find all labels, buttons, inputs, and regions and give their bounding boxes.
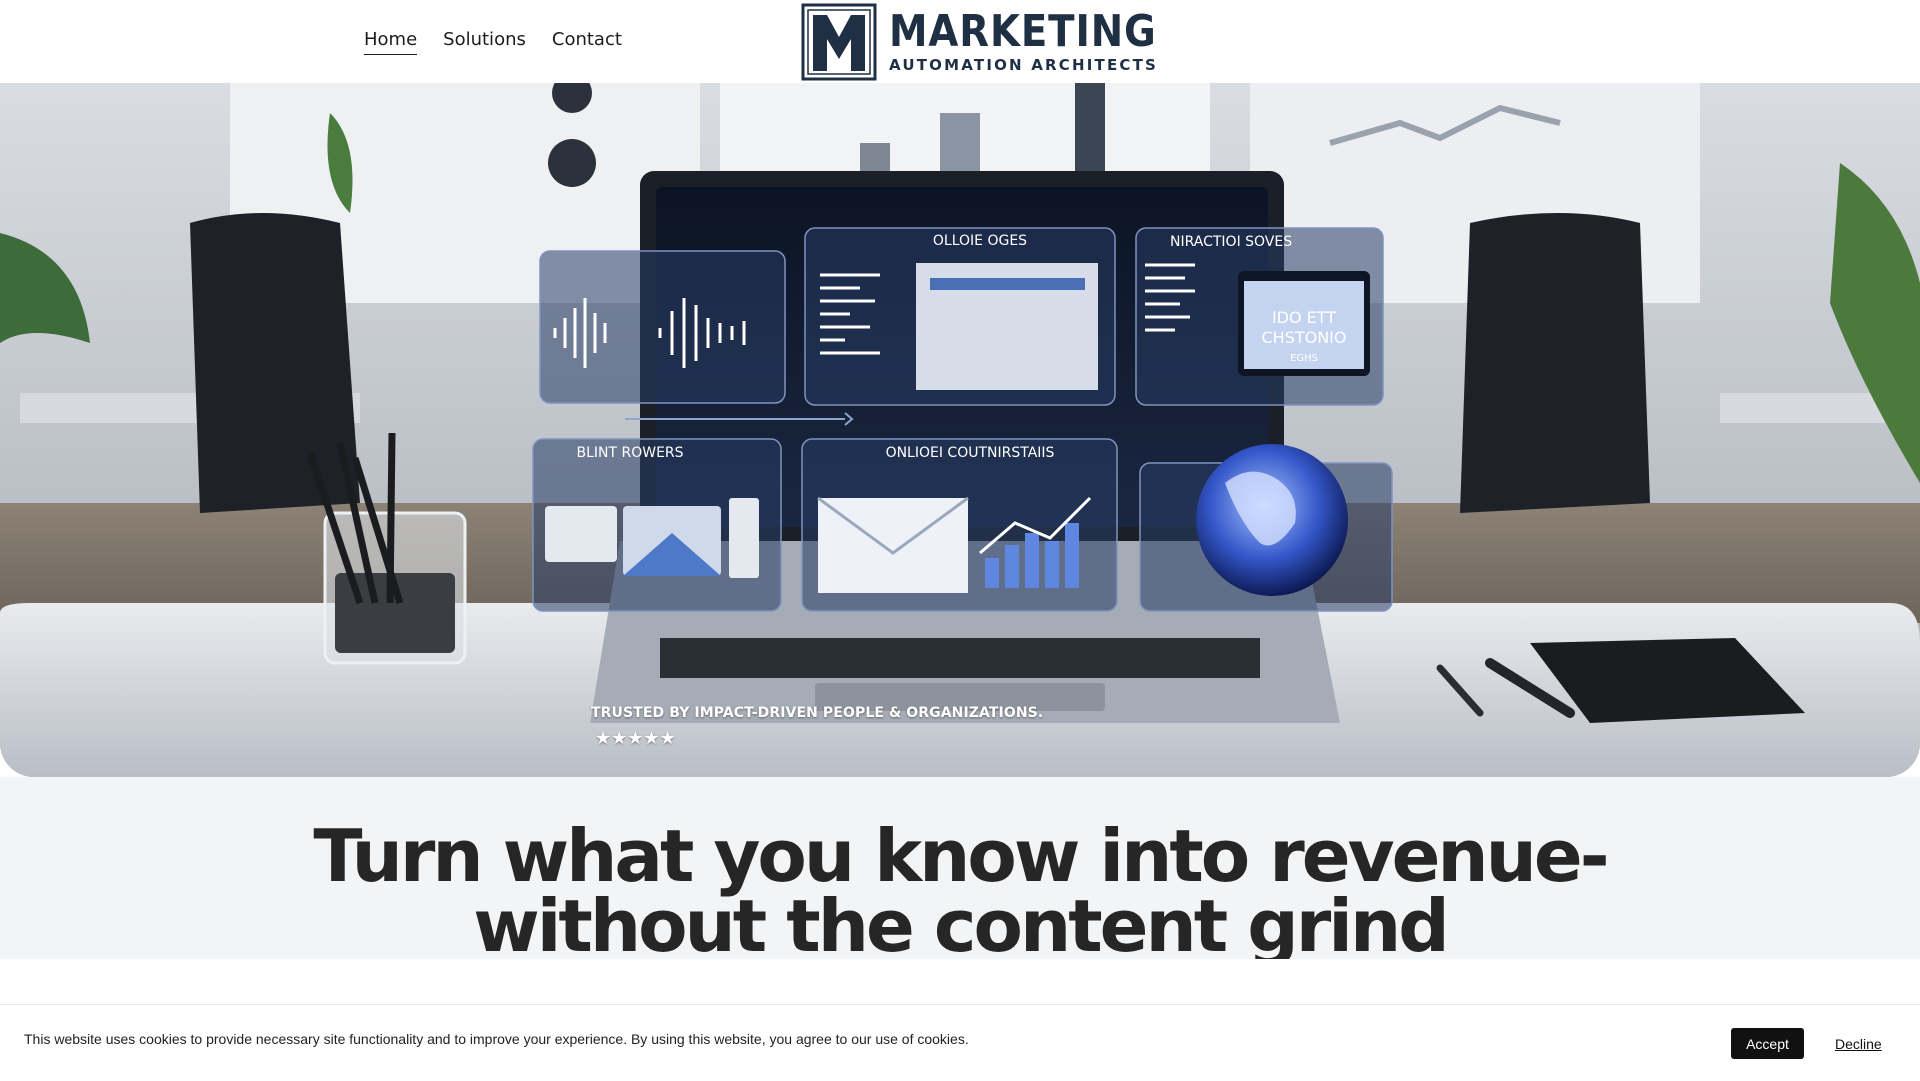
screen-text-2: CHSTONIO bbox=[1261, 328, 1346, 347]
hero-image: OLLOIE OGES NIRACTIOI SOVES BLINT ROWERS… bbox=[0, 83, 1920, 777]
logo-title: MARKETING bbox=[889, 6, 1157, 57]
site-logo[interactable]: MARKETING AUTOMATION ARCHITECTS bbox=[801, 3, 1193, 81]
logo-subtitle: AUTOMATION ARCHITECTS bbox=[889, 56, 1159, 74]
cookie-banner: This website uses cookies to provide nec… bbox=[0, 1004, 1920, 1081]
screen-text-3: EGHS bbox=[1290, 353, 1318, 364]
headline-section: Turn what you know into revenue- without… bbox=[0, 777, 1920, 959]
accept-cookies-button[interactable]: Accept bbox=[1731, 1028, 1804, 1059]
site-header: Home Solutions Contact MARKETING AUTOMAT… bbox=[0, 0, 1920, 83]
nav-solutions-link[interactable]: Solutions bbox=[443, 29, 526, 54]
hero-banner: OLLOIE OGES NIRACTIOI SOVES BLINT ROWERS… bbox=[0, 83, 1920, 777]
trusted-by-text: TRUSTED BY IMPACT-DRIVEN PEOPLE & ORGANI… bbox=[591, 705, 1044, 721]
rating-stars-icon: ★★★★★ bbox=[595, 728, 676, 748]
panel-label-4: ONLIOEI COUTNIRSTAIIS bbox=[886, 445, 1055, 461]
headline-line-2: without the content grind bbox=[473, 884, 1450, 959]
screen-text-1: IDO ETT bbox=[1272, 308, 1336, 327]
panel-label-2: NIRACTIOI SOVES bbox=[1170, 234, 1292, 250]
nav-contact-link[interactable]: Contact bbox=[552, 29, 622, 54]
page-headline: Turn what you know into revenue- without… bbox=[0, 820, 1920, 959]
logo-m-icon bbox=[801, 3, 877, 81]
panel-label-3: BLINT ROWERS bbox=[576, 445, 683, 461]
main-nav: Home Solutions Contact bbox=[364, 0, 622, 83]
panel-label-1: OLLOIE OGES bbox=[933, 233, 1027, 249]
cookie-message: This website uses cookies to provide nec… bbox=[24, 1031, 969, 1047]
decline-cookies-link[interactable]: Decline bbox=[1835, 1036, 1882, 1052]
nav-home-link[interactable]: Home bbox=[364, 29, 418, 55]
